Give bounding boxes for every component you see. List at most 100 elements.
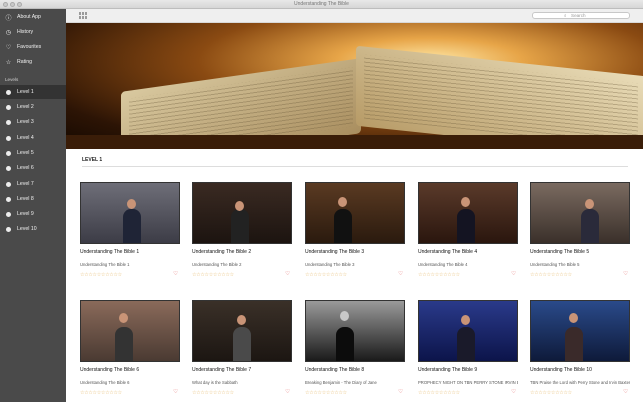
sidebar-item-label: Level 6 <box>17 165 34 171</box>
sidebar-item-history[interactable]: ◷ History <box>0 25 66 39</box>
circle-icon <box>5 104 12 111</box>
levels-header: Levels <box>5 77 19 82</box>
video-thumbnail[interactable] <box>305 182 405 244</box>
favourite-heart-icon[interactable]: ♡ <box>511 389 516 395</box>
video-subtitle: Understanding The Bible 6 <box>80 380 130 385</box>
video-thumbnail[interactable] <box>530 300 630 362</box>
sidebar-item-level-6[interactable]: Level 6 <box>0 161 66 175</box>
sidebar-item-label: Level 2 <box>17 104 34 110</box>
video-card-1[interactable]: Understanding The Bible 1 Understanding … <box>80 182 180 292</box>
favourite-heart-icon[interactable]: ♡ <box>398 389 403 395</box>
rating-stars[interactable]: ☆☆☆☆☆☆☆☆☆☆ <box>418 272 460 278</box>
clock-icon: ◷ <box>5 29 12 36</box>
search-input[interactable]: ⌕ Search <box>532 12 630 19</box>
video-card-9[interactable]: Understanding The Bible 9 PROPHECY NIGHT… <box>418 300 518 402</box>
video-title: Understanding The Bible 10 <box>530 367 592 373</box>
video-title: Understanding The Bible 8 <box>305 367 365 373</box>
sidebar-item-level-2[interactable]: Level 2 <box>0 100 66 114</box>
circle-icon <box>5 165 12 172</box>
favourite-heart-icon[interactable]: ♡ <box>511 271 516 277</box>
sidebar-item-level-10[interactable]: Level 10 <box>0 222 66 236</box>
sidebar-item-level-1[interactable]: Level 1 <box>0 85 66 99</box>
favourite-heart-icon[interactable]: ♡ <box>285 271 290 277</box>
rating-stars[interactable]: ☆☆☆☆☆☆☆☆☆☆ <box>418 390 460 396</box>
video-card-2[interactable]: Understanding The Bible 2 Understanding … <box>192 182 292 292</box>
video-thumbnail[interactable] <box>305 300 405 362</box>
video-card-6[interactable]: Understanding The Bible 6 Understanding … <box>80 300 180 402</box>
video-title: Understanding The Bible 3 <box>305 249 365 255</box>
video-thumbnail[interactable] <box>80 182 180 244</box>
window-title: Understanding The Bible <box>294 1 349 7</box>
favourite-heart-icon[interactable]: ♡ <box>285 389 290 395</box>
favourite-heart-icon[interactable]: ♡ <box>173 271 178 277</box>
sidebar-item-label: History <box>17 29 34 35</box>
sidebar-item-label: Level 4 <box>17 135 34 141</box>
heart-icon: ♡ <box>5 44 12 51</box>
star-icon: ☆ <box>5 59 12 66</box>
video-card-8[interactable]: Understanding The Bible 8 Breaking Benja… <box>305 300 405 402</box>
favourite-heart-icon[interactable]: ♡ <box>398 271 403 277</box>
sidebar-item-label: Level 7 <box>17 181 34 187</box>
circle-icon <box>5 181 12 188</box>
video-subtitle: Understanding The Bible 5 <box>530 262 580 267</box>
video-title: Understanding The Bible 6 <box>80 367 140 373</box>
rating-stars[interactable]: ☆☆☆☆☆☆☆☆☆☆ <box>80 272 122 278</box>
video-card-5[interactable]: Understanding The Bible 5 Understanding … <box>530 182 630 292</box>
sidebar-item-favourites[interactable]: ♡ Favourites <box>0 40 66 54</box>
video-subtitle: TBN Praise the Lord with Perry Stone and… <box>530 380 630 385</box>
section-title: LEVEL 1 <box>82 157 103 163</box>
video-title: Understanding The Bible 7 <box>192 367 252 373</box>
sidebar-item-level-9[interactable]: Level 9 <box>0 207 66 221</box>
circle-icon <box>5 211 12 218</box>
circle-icon <box>5 226 12 233</box>
video-thumbnail[interactable] <box>80 300 180 362</box>
video-subtitle: Understanding The Bible 3 <box>305 262 355 267</box>
favourite-heart-icon[interactable]: ♡ <box>173 389 178 395</box>
sidebar-item-label: Level 8 <box>17 196 34 202</box>
sidebar-item-level-7[interactable]: Level 7 <box>0 177 66 191</box>
video-thumbnail[interactable] <box>192 300 292 362</box>
sidebar-item-label: Level 10 <box>17 226 37 232</box>
favourite-heart-icon[interactable]: ♡ <box>623 271 628 277</box>
favourite-heart-icon[interactable]: ♡ <box>623 389 628 395</box>
video-card-7[interactable]: Understanding The Bible 7 What day is th… <box>192 300 292 402</box>
sidebar-item-label: About App <box>17 14 41 20</box>
sidebar-item-label: Rating <box>17 59 32 65</box>
video-subtitle: Breaking Benjamin - The Diary of Jane <box>305 380 377 385</box>
sidebar-item-level-8[interactable]: Level 8 <box>0 192 66 206</box>
grid-view-icon[interactable] <box>79 12 87 19</box>
sidebar-item-label: Level 3 <box>17 119 34 125</box>
video-subtitle: Understanding The Bible 1 <box>80 262 130 267</box>
circle-icon <box>5 89 12 96</box>
video-thumbnail[interactable] <box>530 182 630 244</box>
video-card-4[interactable]: Understanding The Bible 4 Understanding … <box>418 182 518 292</box>
sidebar-item-rating[interactable]: ☆ Rating <box>0 55 66 69</box>
video-title: Understanding The Bible 9 <box>418 367 478 373</box>
video-thumbnail[interactable] <box>418 300 518 362</box>
video-thumbnail[interactable] <box>192 182 292 244</box>
rating-stars[interactable]: ☆☆☆☆☆☆☆☆☆☆ <box>305 272 347 278</box>
rating-stars[interactable]: ☆☆☆☆☆☆☆☆☆☆ <box>530 390 572 396</box>
toolbar: ⌕ Search <box>66 9 643 23</box>
video-title: Understanding The Bible 1 <box>80 249 140 255</box>
rating-stars[interactable]: ☆☆☆☆☆☆☆☆☆☆ <box>80 390 122 396</box>
rating-stars[interactable]: ☆☆☆☆☆☆☆☆☆☆ <box>192 390 234 396</box>
sidebar-item-level-5[interactable]: Level 5 <box>0 146 66 160</box>
video-thumbnail[interactable] <box>418 182 518 244</box>
sidebar-item-level-4[interactable]: Level 4 <box>0 131 66 145</box>
rating-stars[interactable]: ☆☆☆☆☆☆☆☆☆☆ <box>305 390 347 396</box>
search-icon: ⌕ <box>564 13 567 18</box>
rating-stars[interactable]: ☆☆☆☆☆☆☆☆☆☆ <box>192 272 234 278</box>
sidebar-item-label: Level 1 <box>17 89 34 95</box>
section-divider <box>82 166 628 167</box>
sidebar-item-label: Level 9 <box>17 211 34 217</box>
sidebar-item-level-3[interactable]: Level 3 <box>0 115 66 129</box>
video-card-3[interactable]: Understanding The Bible 3 Understanding … <box>305 182 405 292</box>
title-bar: Understanding The Bible <box>0 0 643 9</box>
bible-right-page <box>356 45 643 149</box>
sidebar-item-about-app[interactable]: ⓘ About App <box>0 10 66 24</box>
rating-stars[interactable]: ☆☆☆☆☆☆☆☆☆☆ <box>530 272 572 278</box>
video-title: Understanding The Bible 2 <box>192 249 252 255</box>
video-title: Understanding The Bible 4 <box>418 249 478 255</box>
video-card-10[interactable]: Understanding The Bible 10 TBN Praise th… <box>530 300 630 402</box>
